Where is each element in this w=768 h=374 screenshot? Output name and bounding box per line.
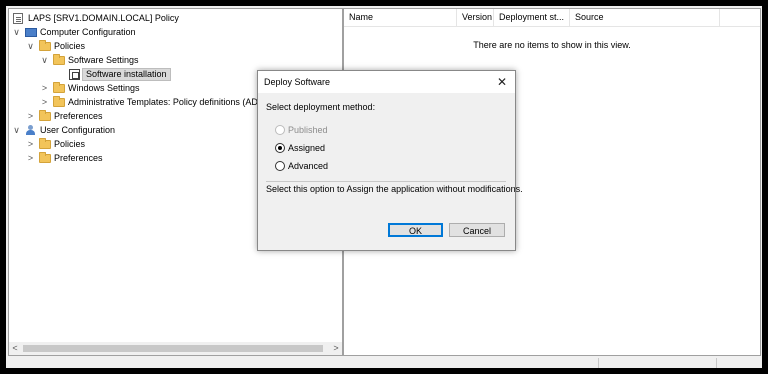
- chevron-down-icon[interactable]: ∨: [12, 26, 21, 39]
- tree-item-label: Administrative Templates: Policy definit…: [68, 97, 258, 107]
- empty-list-message: There are no items to show in this view.: [473, 40, 631, 50]
- radio-button[interactable]: [275, 125, 285, 135]
- radio-button[interactable]: [275, 161, 285, 171]
- folder-icon: [39, 138, 51, 149]
- software-package-icon: [69, 69, 80, 80]
- status-bar: [6, 358, 762, 368]
- scroll-left-arrow-icon[interactable]: <: [9, 342, 21, 355]
- ok-button[interactable]: OK: [388, 223, 443, 237]
- chevron-right-icon[interactable]: >: [40, 82, 49, 95]
- folder-icon: [39, 152, 51, 163]
- folder-icon: [53, 96, 65, 107]
- scrollbar-thumb[interactable]: [23, 345, 323, 352]
- folder-icon: [39, 40, 51, 51]
- chevron-right-icon[interactable]: >: [26, 138, 35, 151]
- column-header-name[interactable]: Name: [344, 9, 457, 26]
- folder-icon: [39, 110, 51, 121]
- status-bar-divider: [716, 358, 717, 368]
- radio-label: Advanced: [288, 161, 329, 171]
- chevron-right-icon[interactable]: >: [26, 152, 35, 165]
- tree-item-label: Software installation: [82, 68, 171, 81]
- chevron-down-icon[interactable]: ∨: [26, 40, 35, 53]
- tree-item-label: Computer Configuration: [40, 27, 136, 37]
- dialog-title-bar[interactable]: Deploy Software ✕: [258, 71, 515, 93]
- dialog-title: Deploy Software: [264, 77, 331, 87]
- tree-item-label: Software Settings: [68, 55, 139, 65]
- policy-document-icon: [13, 13, 23, 24]
- chevron-right-icon[interactable]: >: [40, 96, 49, 109]
- cancel-button[interactable]: Cancel: [449, 223, 505, 237]
- list-header: Name Version Deployment st... Source: [344, 9, 760, 27]
- radio-label: Published: [288, 125, 328, 135]
- deployment-method-prompt: Select deployment method:: [266, 102, 376, 112]
- tree-item-label: Windows Settings: [68, 83, 140, 93]
- column-header-deployment-state[interactable]: Deployment st...: [494, 9, 570, 26]
- divider: [266, 181, 506, 182]
- deploy-software-dialog: Deploy Software ✕ Select deployment meth…: [257, 70, 523, 251]
- tree-item-label: Preferences: [54, 153, 103, 163]
- scroll-right-arrow-icon[interactable]: >: [330, 342, 342, 355]
- tree-item-label: LAPS [SRV1.DOMAIN.LOCAL] Policy: [28, 13, 179, 23]
- radio-label: Assigned: [288, 143, 326, 153]
- folder-icon: [53, 54, 65, 65]
- chevron-down-icon[interactable]: ∨: [40, 54, 49, 67]
- column-header-source[interactable]: Source: [570, 9, 720, 26]
- horizontal-scrollbar[interactable]: < >: [9, 342, 342, 355]
- option-description: Select this option to Assign the applica…: [266, 184, 523, 194]
- chevron-down-icon[interactable]: ∨: [12, 124, 21, 137]
- column-header-version[interactable]: Version: [457, 9, 494, 26]
- chevron-right-icon[interactable]: >: [26, 110, 35, 123]
- tree-item-label: User Configuration: [40, 125, 116, 135]
- close-icon[interactable]: ✕: [497, 71, 507, 93]
- folder-icon: [53, 82, 65, 93]
- tree-item-label: Policies: [54, 139, 86, 149]
- computer-icon: [25, 28, 37, 37]
- tree-item-label: Policies: [54, 41, 86, 51]
- status-bar-divider: [598, 358, 599, 368]
- user-icon: [25, 125, 36, 135]
- radio-button[interactable]: [275, 143, 285, 153]
- tree-item-label: Preferences: [54, 111, 103, 121]
